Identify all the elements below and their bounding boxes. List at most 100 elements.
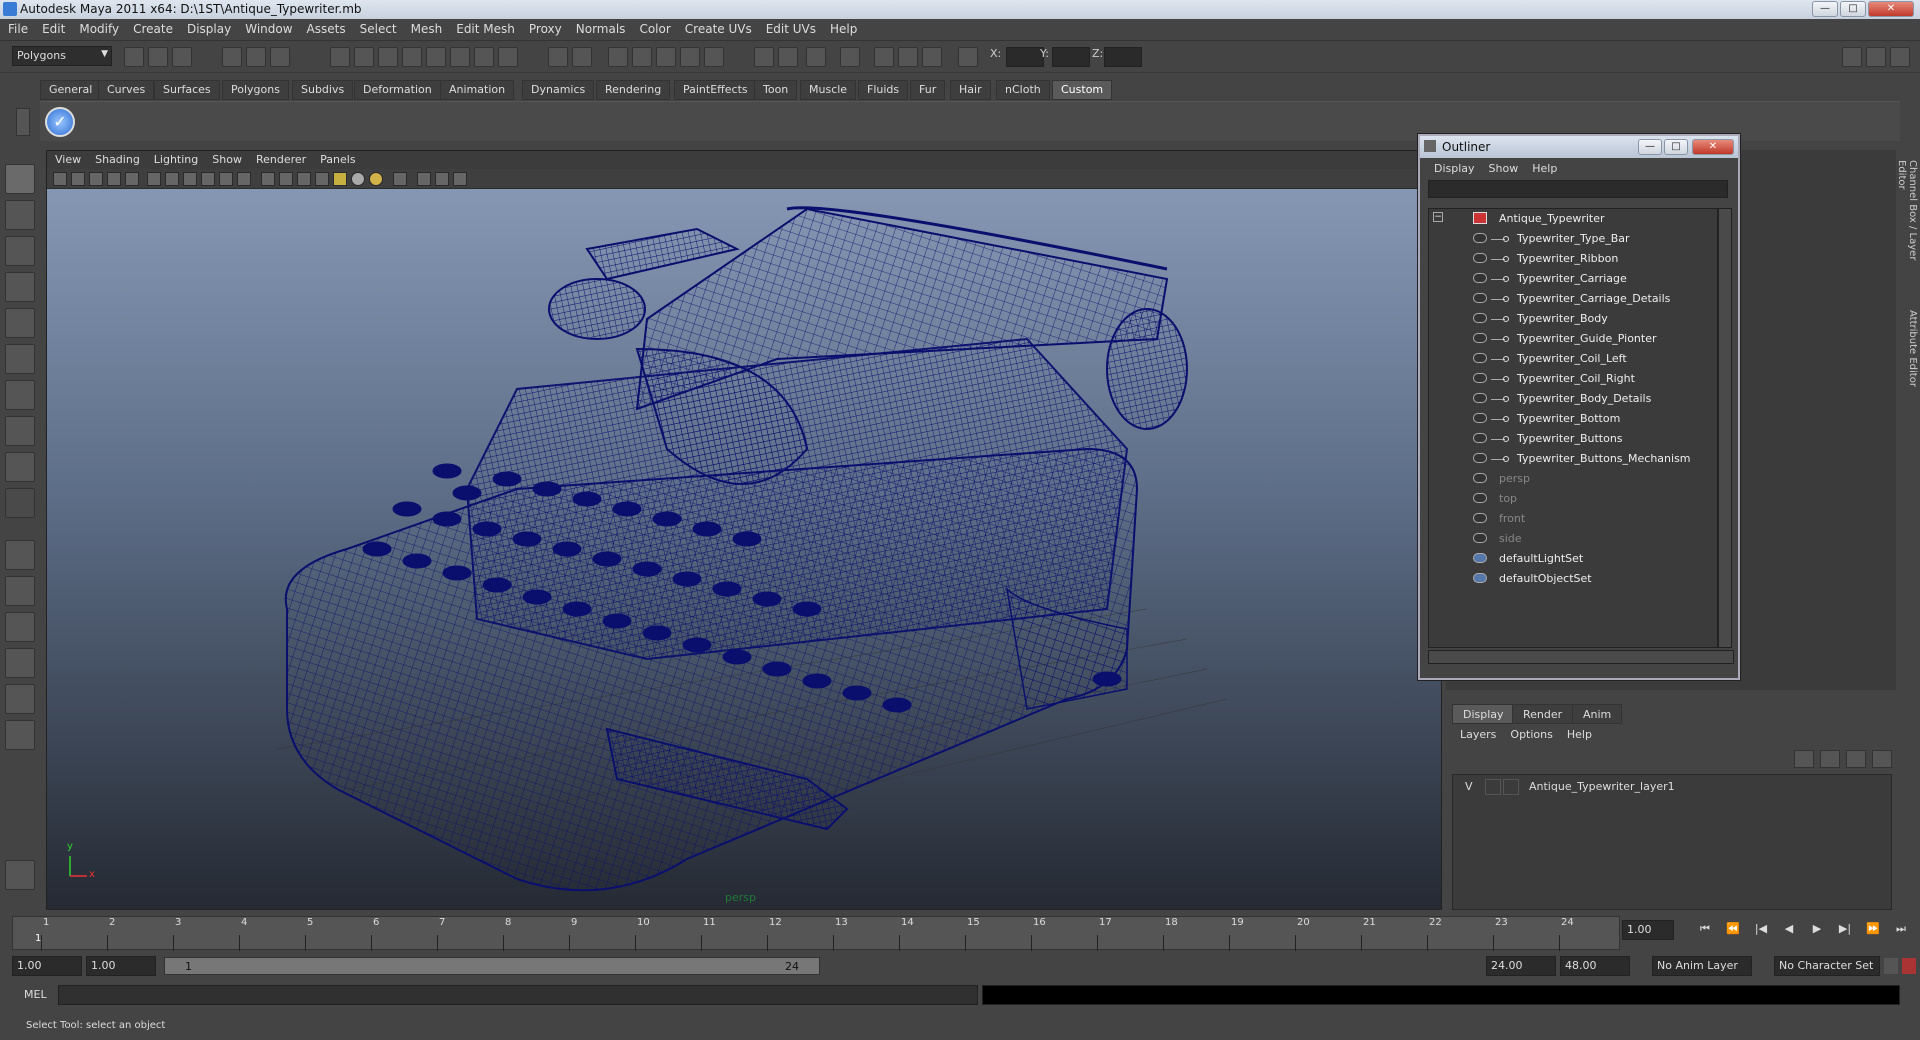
tree-item-camera[interactable]: persp	[1429, 469, 1717, 489]
outliner-minimize-button[interactable]: —	[1638, 139, 1662, 155]
vp-menu-renderer[interactable]: Renderer	[248, 151, 312, 166]
outliner-titlebar[interactable]: Outliner — □ ✕	[1420, 136, 1738, 158]
safe-action-icon[interactable]	[219, 172, 233, 186]
tab-ncloth[interactable]: nCloth	[996, 80, 1050, 100]
tab-channel-box[interactable]: Channel Box / Layer Editor	[1896, 160, 1918, 280]
vp-menu-lighting[interactable]: Lighting	[146, 151, 204, 166]
tree-item-mesh[interactable]: Typewriter_Type_Bar	[1429, 229, 1717, 249]
menu-create-uvs[interactable]: Create UVs	[677, 19, 758, 36]
maximize-button[interactable]: □	[1840, 1, 1866, 17]
default-light-icon[interactable]	[369, 172, 383, 186]
minimize-button[interactable]: —	[1812, 1, 1838, 17]
snap-surface-icon[interactable]	[474, 47, 494, 67]
mel-input[interactable]	[58, 985, 978, 1005]
open-scene-icon[interactable]	[148, 47, 168, 67]
current-frame-field[interactable]: 1.00	[1622, 920, 1674, 940]
output-ops-icon[interactable]	[778, 47, 798, 67]
tab-muscle[interactable]: Muscle	[800, 80, 857, 100]
layer-playback-toggle[interactable]	[1485, 779, 1501, 795]
tree-item-set[interactable]: defaultLightSet	[1429, 549, 1717, 569]
wireframe-on-shaded-icon[interactable]	[297, 172, 311, 186]
layer-menu-help[interactable]: Help	[1559, 726, 1598, 741]
snap-point-icon[interactable]	[378, 47, 398, 67]
show-channel-box-icon[interactable]	[1842, 47, 1862, 67]
tree-item-mesh[interactable]: Typewriter_Coil_Left	[1429, 349, 1717, 369]
menu-edit-uvs[interactable]: Edit UVs	[758, 19, 822, 36]
end-time-field[interactable]: 48.00	[1560, 956, 1630, 976]
tree-item-camera[interactable]: top	[1429, 489, 1717, 509]
tree-item-mesh[interactable]: Typewriter_Guide_Pionter	[1429, 329, 1717, 349]
isolate-select-icon[interactable]	[393, 172, 407, 186]
manipulator-icon[interactable]	[5, 380, 35, 410]
menu-help[interactable]: Help	[822, 19, 863, 36]
vp-menu-shading[interactable]: Shading	[87, 151, 146, 166]
character-set-dropdown[interactable]: No Character Set	[1774, 956, 1880, 976]
play-backwards-button[interactable]: ◀	[1778, 922, 1800, 938]
gate-mask-icon[interactable]	[183, 172, 197, 186]
tree-item-mesh[interactable]: Typewriter_Bottom	[1429, 409, 1717, 429]
make-live-icon[interactable]	[426, 47, 446, 67]
camera-attr-icon[interactable]	[71, 172, 85, 186]
move-up-layer-icon[interactable]	[1846, 750, 1866, 768]
lasso-tool-icon[interactable]	[5, 200, 35, 230]
tree-item-mesh[interactable]: Typewriter_Coil_Right	[1429, 369, 1717, 389]
tab-deformation[interactable]: Deformation	[354, 80, 441, 100]
tab-display-layers[interactable]: Display	[1452, 704, 1515, 724]
tab-render-layers[interactable]: Render	[1512, 704, 1574, 724]
step-back-frame-button[interactable]: |◀	[1750, 922, 1772, 938]
bookmark-icon[interactable]	[89, 172, 103, 186]
smooth-shade-icon[interactable]	[279, 172, 293, 186]
tree-item-mesh[interactable]: Typewriter_Body	[1429, 309, 1717, 329]
custom-layout-icon[interactable]	[5, 720, 35, 750]
menu-select[interactable]: Select	[352, 19, 403, 36]
select-object-icon[interactable]	[246, 47, 266, 67]
snap-view-icon[interactable]	[450, 47, 470, 67]
auto-key-icon[interactable]	[1902, 958, 1916, 974]
resolution-gate-icon[interactable]	[165, 172, 179, 186]
layer-type-toggle[interactable]	[1503, 779, 1519, 795]
render-region-icon[interactable]	[874, 47, 894, 67]
shelf-menu-icon[interactable]	[16, 108, 30, 136]
menu-proxy[interactable]: Proxy	[521, 19, 568, 36]
render-current-icon[interactable]	[608, 47, 628, 67]
anim-layer-dropdown[interactable]: No Anim Layer	[1652, 956, 1752, 976]
hypershade-layout-icon[interactable]	[5, 684, 35, 714]
time-slider[interactable]: 1 2 3 4 5 6 7 8 9 10 11 12 13 14 15 16 17 18 19 20 21 22 23 24 …	[12, 916, 1620, 951]
paint-select-icon[interactable]	[5, 236, 35, 266]
tab-surfaces[interactable]: Surfaces	[154, 80, 220, 100]
tab-attribute-editor[interactable]: Attribute Editor	[1902, 310, 1918, 410]
toggle-tool-icon[interactable]	[922, 47, 942, 67]
transform-mode-icon[interactable]	[958, 47, 978, 67]
key-icon[interactable]	[1884, 958, 1898, 974]
tab-custom[interactable]: Custom	[1052, 80, 1113, 100]
tab-animation[interactable]: Animation	[440, 80, 515, 100]
outliner-menu-display[interactable]: Display	[1426, 160, 1481, 175]
outliner-vertical-scrollbar[interactable]	[1718, 208, 1732, 648]
menu-file[interactable]: File	[0, 19, 34, 36]
wireframe-icon[interactable]	[261, 172, 275, 186]
input-ops-icon[interactable]	[754, 47, 774, 67]
last-tool-icon[interactable]	[5, 452, 35, 482]
help-icon[interactable]	[498, 47, 518, 67]
tree-item-camera[interactable]: front	[1429, 509, 1717, 529]
camera-icon[interactable]	[53, 172, 67, 186]
collapse-icon[interactable]: −	[1433, 212, 1443, 222]
layer-row[interactable]: V Antique_Typewriter_layer1	[1457, 777, 1887, 797]
select-hierarchy-icon[interactable]	[222, 47, 242, 67]
single-perspective-layout-icon[interactable]	[5, 540, 35, 570]
snap-grid-icon[interactable]	[330, 47, 350, 67]
tab-general[interactable]: General	[40, 80, 102, 100]
new-layer-icon[interactable]	[1794, 750, 1814, 768]
film-gate-icon[interactable]	[147, 172, 161, 186]
texture-icon[interactable]	[315, 172, 329, 186]
vp-menu-show[interactable]: Show	[204, 151, 248, 166]
four-view-layout-icon[interactable]	[5, 576, 35, 606]
tab-rendering[interactable]: Rendering	[596, 80, 671, 100]
playback-end-field[interactable]: 24.00	[1486, 956, 1556, 976]
menu-display[interactable]: Display	[179, 19, 237, 36]
save-scene-icon[interactable]	[172, 47, 192, 67]
outliner-filter-field[interactable]	[1428, 180, 1728, 198]
new-layer-selected-icon[interactable]	[1820, 750, 1840, 768]
step-forward-key-button[interactable]: ⏩	[1862, 922, 1884, 938]
move-down-layer-icon[interactable]	[1872, 750, 1892, 768]
